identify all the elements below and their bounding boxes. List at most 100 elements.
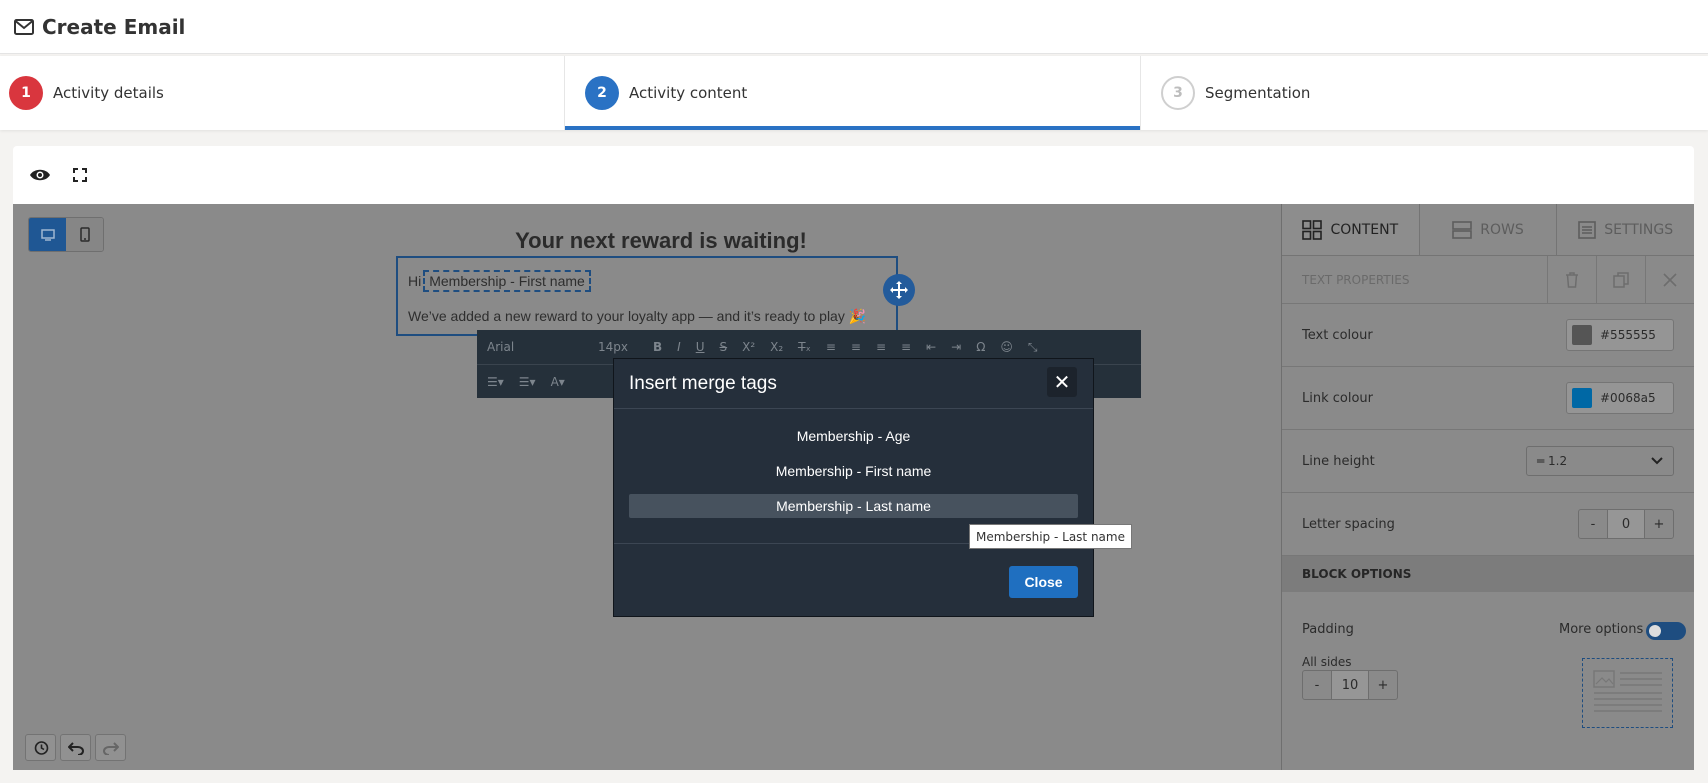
- emoji-icon[interactable]: ☺: [1000, 340, 1013, 354]
- preview-eye-icon[interactable]: [29, 168, 51, 182]
- font-family-select[interactable]: Arial: [487, 340, 583, 354]
- selected-text-block[interactable]: Hi Membership - First name We’ve added a…: [396, 256, 898, 336]
- close-button[interactable]: Close: [1009, 566, 1078, 598]
- increment-button[interactable]: +: [1369, 671, 1397, 699]
- copy-icon: [1613, 272, 1629, 288]
- merge-tag-first-name[interactable]: Membership - First name: [629, 459, 1078, 483]
- prop-label: Link colour: [1302, 390, 1374, 406]
- padding-label: Padding: [1302, 622, 1354, 637]
- strikethrough-icon[interactable]: S: [720, 340, 728, 354]
- block-actions: [1547, 256, 1694, 304]
- more-options-label: More options: [1559, 622, 1644, 637]
- clear-format-icon[interactable]: T̶ₓ: [798, 340, 811, 354]
- tab-rows[interactable]: ROWS: [1420, 204, 1558, 255]
- italic-icon[interactable]: I: [677, 340, 681, 354]
- align-justify-icon[interactable]: ≡: [901, 340, 911, 354]
- underline-icon[interactable]: U: [696, 340, 705, 354]
- step-number: 2: [585, 76, 619, 110]
- step-label: Segmentation: [1205, 84, 1311, 102]
- superscript-icon[interactable]: X²: [742, 340, 755, 354]
- mail-icon: [14, 18, 34, 35]
- text-properties-header: TEXT PROPERTIES: [1282, 256, 1694, 304]
- undo-icon: [67, 741, 84, 755]
- rows-icon: [1452, 220, 1473, 239]
- colour-swatch: [1572, 325, 1592, 345]
- device-switcher: [28, 217, 104, 252]
- decrement-button[interactable]: -: [1303, 671, 1331, 699]
- merge-tag-age[interactable]: Membership - Age: [629, 424, 1078, 448]
- duplicate-button[interactable]: [1596, 256, 1645, 304]
- step-label: Activity content: [629, 84, 748, 102]
- tab-settings[interactable]: SETTINGS: [1557, 204, 1694, 255]
- special-char-icon[interactable]: Ω: [976, 340, 985, 354]
- stepper: 1 Activity details 2 Activity content 3 …: [0, 56, 1708, 130]
- delete-button[interactable]: [1547, 256, 1596, 304]
- history-button[interactable]: [25, 734, 56, 761]
- mobile-icon: [79, 227, 90, 242]
- move-icon: [889, 280, 909, 300]
- collapse-icon[interactable]: ⤡: [1028, 340, 1038, 355]
- align-center-icon[interactable]: ≡: [851, 340, 861, 354]
- tab-label: SETTINGS: [1604, 221, 1674, 238]
- padding-stepper: - 10 +: [1302, 670, 1398, 700]
- step-activity-content[interactable]: 2 Activity content: [565, 56, 1141, 130]
- line-height-select[interactable]: ═ 1.2: [1526, 446, 1674, 476]
- line-height-row: Line height ═ 1.2: [1282, 430, 1694, 493]
- merge-tag-chip[interactable]: Membership - First name: [423, 270, 591, 292]
- tab-content[interactable]: CONTENT: [1282, 204, 1420, 255]
- more-options-toggle[interactable]: [1646, 622, 1686, 640]
- redo-button[interactable]: [95, 734, 126, 761]
- fullscreen-icon[interactable]: [73, 168, 87, 182]
- indent-icon[interactable]: ⇥: [951, 340, 961, 354]
- tooltip: Membership - Last name: [969, 524, 1132, 549]
- letter-spacing-stepper: - 0 +: [1578, 509, 1674, 539]
- body-text: We’ve added a new reward to your loyalty…: [408, 308, 867, 324]
- panel-tabs: CONTENT ROWS SETTINGS: [1282, 204, 1694, 256]
- text-color-icon[interactable]: A▾: [551, 375, 565, 389]
- prop-label: Letter spacing: [1302, 516, 1395, 532]
- modal-header: Insert merge tags ✕: [614, 359, 1093, 409]
- line-height-number: 1.2: [1548, 454, 1568, 468]
- move-handle[interactable]: [883, 274, 915, 306]
- email-headline[interactable]: Your next reward is waiting!: [391, 228, 931, 254]
- merge-tags-modal: Insert merge tags ✕ Membership - Age Mem…: [613, 358, 1094, 617]
- undo-button[interactable]: [60, 734, 91, 761]
- bold-icon[interactable]: B: [653, 340, 662, 354]
- align-right-icon[interactable]: ≡: [876, 340, 886, 354]
- step-number: 3: [1161, 76, 1195, 110]
- increment-button[interactable]: +: [1645, 510, 1673, 538]
- step-segmentation[interactable]: 3 Segmentation: [1141, 56, 1708, 130]
- all-sides-label: All sides: [1302, 655, 1352, 669]
- modal-title: Insert merge tags: [629, 372, 777, 394]
- close-icon: [1663, 273, 1677, 287]
- block-options-header: BLOCK OPTIONS: [1282, 556, 1694, 592]
- text-colour-row: Text colour #555555: [1282, 304, 1694, 367]
- grid-icon: [1302, 219, 1323, 240]
- properties-panel: CONTENT ROWS SETTINGS TEXT PROPERTIES Te…: [1281, 204, 1694, 770]
- link-colour-row: Link colour #0068a5: [1282, 367, 1694, 430]
- line-height-value: ═ 1.2: [1537, 454, 1568, 468]
- link-colour-input[interactable]: #0068a5: [1566, 382, 1674, 414]
- align-left-icon[interactable]: ≡: [826, 340, 836, 354]
- padding-value[interactable]: 10: [1331, 671, 1369, 699]
- history-controls: [25, 734, 126, 761]
- merge-tag-last-name[interactable]: Membership - Last name: [629, 494, 1078, 518]
- outdent-icon[interactable]: ⇤: [926, 340, 936, 354]
- font-size-select[interactable]: 14px: [598, 340, 638, 354]
- letter-spacing-value[interactable]: 0: [1607, 510, 1645, 538]
- step-activity-details[interactable]: 1 Activity details: [0, 56, 565, 130]
- bullet-list-icon[interactable]: ☰▾: [519, 375, 536, 389]
- close-panel-button[interactable]: [1645, 256, 1694, 304]
- text-colour-input[interactable]: #555555: [1566, 319, 1674, 351]
- modal-close-icon[interactable]: ✕: [1047, 367, 1077, 397]
- decrement-button[interactable]: -: [1579, 510, 1607, 538]
- desktop-view-button[interactable]: [29, 218, 66, 251]
- mobile-view-button[interactable]: [66, 218, 103, 251]
- subscript-icon[interactable]: X₂: [770, 340, 783, 354]
- trash-icon: [1565, 272, 1579, 288]
- ordered-list-icon[interactable]: ☰▾: [487, 375, 504, 389]
- app-header: Create Email: [0, 0, 1708, 54]
- history-icon: [33, 740, 49, 756]
- greeting-text: Hi: [408, 273, 422, 289]
- colour-value: #0068a5: [1600, 391, 1656, 405]
